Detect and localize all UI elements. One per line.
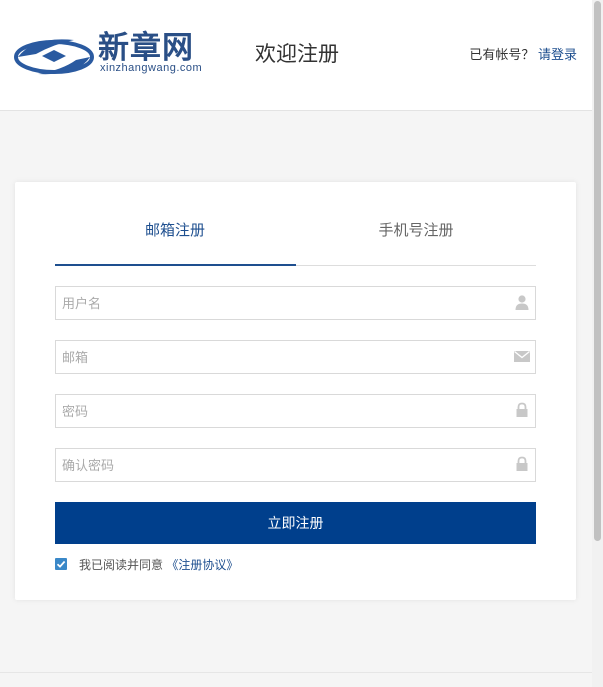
username-input[interactable] (62, 287, 502, 319)
checkbox-checked-icon (56, 560, 66, 568)
agree-label: 我已阅读并同意 (79, 558, 164, 572)
page-header: 新章网 xinzhangwang.com 欢迎注册 已有帐号？ 请登录 (0, 0, 592, 111)
agreement-link[interactable]: 《注册协议》 (166, 558, 238, 572)
footer-divider (0, 672, 592, 673)
email-field (55, 340, 536, 374)
lock-icon (516, 456, 528, 471)
password-field (55, 394, 536, 428)
tab-phone-register[interactable]: 手机号注册 (296, 212, 536, 265)
register-submit-button[interactable]: 立即注册 (55, 502, 536, 544)
agree-checkbox[interactable] (55, 558, 67, 570)
password-input[interactable] (62, 395, 502, 427)
email-input[interactable] (62, 341, 502, 373)
brand-domain: xinzhangwang.com (100, 62, 203, 74)
register-tabs: 邮箱注册 手机号注册 (55, 212, 536, 266)
envelope-icon (514, 350, 530, 362)
username-field (55, 286, 536, 320)
scrollbar[interactable] (592, 0, 603, 687)
register-card: 邮箱注册 手机号注册 立即注册 (15, 182, 576, 600)
lock-icon (516, 402, 528, 417)
login-link[interactable]: 请登录 (538, 47, 577, 62)
login-hint: 已有帐号？ 请登录 (469, 44, 577, 63)
confirm-password-field (55, 448, 536, 482)
agreement-text: 我已阅读并同意 《注册协议》 (79, 556, 238, 573)
brand-name: 新章网 (98, 30, 194, 66)
confirm-password-input[interactable] (62, 449, 502, 481)
tab-email-register[interactable]: 邮箱注册 (55, 212, 296, 266)
login-hint-text: 已有帐号？ (469, 47, 535, 62)
user-icon (515, 295, 529, 310)
scrollbar-thumb[interactable] (594, 1, 601, 541)
page-title: 欢迎注册 (255, 43, 339, 66)
